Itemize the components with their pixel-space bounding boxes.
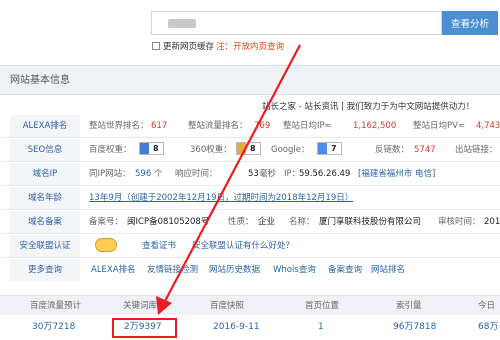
baidu-weight-badge[interactable]: 8 [139, 142, 164, 155]
keyword-highlight-box [112, 318, 177, 338]
ip-value: 59.56.26.49 [299, 169, 351, 179]
more-link-whois[interactable]: Whois查询 [273, 259, 316, 281]
same-ip-value[interactable]: 596 [135, 163, 151, 185]
world-rank-label: 整站世界排名： [89, 121, 149, 131]
header-today: 今日 [478, 301, 496, 311]
icp-nature-label: 性质： [228, 217, 254, 227]
icp-no-value: 闽ICP备08105208号 [127, 217, 210, 227]
stats-table-header: 百度流量预计 关键词库 百度快照 首页位置 索引量 今日 [0, 295, 500, 315]
header-home-position: 首页位置 [305, 301, 340, 311]
search-input[interactable] [151, 11, 442, 35]
security-row: 安全联盟认证 查看证书 安全联盟认证有什么好处？ [0, 235, 500, 258]
baidu-snapshot-value[interactable]: 2016-9-11 [213, 315, 260, 340]
site-slogan: 站长之家 - 站长资讯 | 我们致力于为中文网站提供动力！ [262, 102, 475, 112]
google-label: Google： [271, 145, 310, 155]
more-link-alexa[interactable]: ALEXA排名 [91, 259, 136, 281]
seo-label[interactable]: SEO信息 [10, 139, 80, 161]
panel-title: 网站基本信息 [0, 66, 500, 95]
today-value[interactable]: 68万 [478, 315, 498, 340]
icp-name-value: 厦门享联科技股份有限公司 [319, 217, 422, 227]
site-info-panel: 网站基本信息 站长之家 - 站长资讯 | 我们致力于为中文网站提供动力！ ALE… [0, 65, 500, 305]
daily-pv-label: 整站日均PV≈ [413, 121, 466, 131]
more-link-history[interactable]: 网站历史数据 [209, 259, 260, 281]
daily-pv-value: 4,743, [476, 121, 500, 131]
domain-ip-row: 域名IP 同IP网站： 596 个 响应时间： 53 毫秒 IP： 59.56.… [0, 163, 500, 186]
security-union-logo[interactable] [95, 237, 117, 252]
security-question-link[interactable]: 安全联盟认证有什么好处？ [192, 235, 294, 257]
same-ip-label: 同IP网站： [89, 169, 131, 179]
index-count-value[interactable]: 96万7818 [393, 315, 436, 340]
google-badge[interactable]: 7 [317, 142, 342, 155]
icp-time-value: 201 [484, 217, 500, 227]
cache-option: 更新网页缓存 注：开放内页查询 [152, 40, 284, 52]
icp-nature-value: 企业 [258, 217, 276, 227]
seo-row: SEO信息 百度权重： 8 360权重： 8 Google： 7 反链数： 57… [0, 139, 500, 162]
search-query-blurred [168, 19, 196, 28]
s360-icon [237, 143, 246, 154]
update-cache-label[interactable]: 更新网页缓存 [163, 40, 214, 52]
response-time-label: 响应时间： [175, 169, 218, 179]
security-label[interactable]: 安全联盟认证 [10, 235, 80, 257]
baidu-traffic-value[interactable]: 30万7218 [32, 315, 75, 340]
search-button[interactable]: 查看分析 [442, 11, 498, 35]
cache-hint: 注：开放内页查询 [216, 42, 285, 52]
icp-row: 域名备案 备案号： 闽ICP备08105208号 性质： 企业 名称： 厦门享联… [0, 211, 500, 234]
backlinks-label: 反链数： [375, 145, 410, 155]
domain-ip-label[interactable]: 域名IP [10, 163, 80, 185]
header-index-count: 索引量 [396, 301, 422, 311]
ip-label: IP： [284, 169, 301, 179]
s360-weight-value: 8 [246, 143, 260, 154]
same-ip-unit: 个 [154, 169, 163, 179]
view-cert-link[interactable]: 查看证书 [142, 235, 176, 257]
domain-age-label[interactable]: 域名年龄 [10, 187, 80, 209]
more-query-row: 更多查询 ALEXA排名 友情链接检测 网站历史数据 Whois查询 备案查询 … [0, 259, 500, 282]
world-rank-value: 617 [151, 121, 168, 131]
domain-age-value[interactable]: 13年9月（创建于2002年12月19日，过期时间为2018年12月19日） [89, 187, 353, 209]
daily-ip-label: 整站日均IP≈ [283, 121, 332, 131]
alexa-row: ALEXA排名 整站世界排名： 617 整站流量排名： 769 整站日均IP≈ … [0, 115, 500, 138]
daily-ip-value: 1,162,500 [353, 121, 397, 131]
google-icon [318, 143, 327, 154]
baidu-paw-icon [140, 143, 149, 154]
traffic-rank-label: 整站流量排名： [188, 121, 248, 131]
s360-weight-badge[interactable]: 8 [236, 142, 261, 155]
home-position-value[interactable]: 1 [318, 315, 324, 340]
header-keywords: 关键词库 [123, 301, 158, 311]
response-time-value: 53 [248, 169, 259, 179]
alexa-label[interactable]: ALEXA排名 [10, 115, 80, 137]
icp-name-label: 名称： [289, 217, 315, 227]
icp-time-label: 审核时间： [438, 217, 481, 227]
ip-location: [福建省福州市 电信] [358, 169, 436, 179]
baidu-weight-label: 百度权重： [89, 145, 132, 155]
outlinks-label: 出站链接： [455, 145, 498, 155]
s360-weight-label: 360权重： [190, 145, 232, 155]
header-baidu-traffic: 百度流量预计 [30, 301, 82, 311]
icp-no-label: 备案号： [89, 217, 124, 227]
header-baidu-snapshot: 百度快照 [210, 301, 245, 311]
google-value: 7 [327, 143, 341, 154]
more-query-label[interactable]: 更多查询 [10, 259, 80, 281]
response-time-unit: 毫秒 [259, 169, 277, 179]
more-link-friend-links[interactable]: 友情链接检测 [147, 259, 198, 281]
more-link-rank[interactable]: 网站排名 [371, 259, 405, 281]
stats-table-row: 30万7218 2万9397 2016-9-11 1 96万7818 68万 [0, 315, 500, 340]
baidu-weight-value: 8 [149, 143, 163, 154]
more-link-icp[interactable]: 备案查询 [328, 259, 362, 281]
icp-label[interactable]: 域名备案 [10, 211, 80, 233]
backlinks-value: 5747 [414, 145, 436, 155]
domain-age-row: 域名年龄 13年9月（创建于2002年12月19日，过期时间为2018年12月1… [0, 187, 500, 210]
update-cache-checkbox[interactable] [152, 42, 160, 50]
traffic-rank-value: 769 [254, 121, 271, 131]
